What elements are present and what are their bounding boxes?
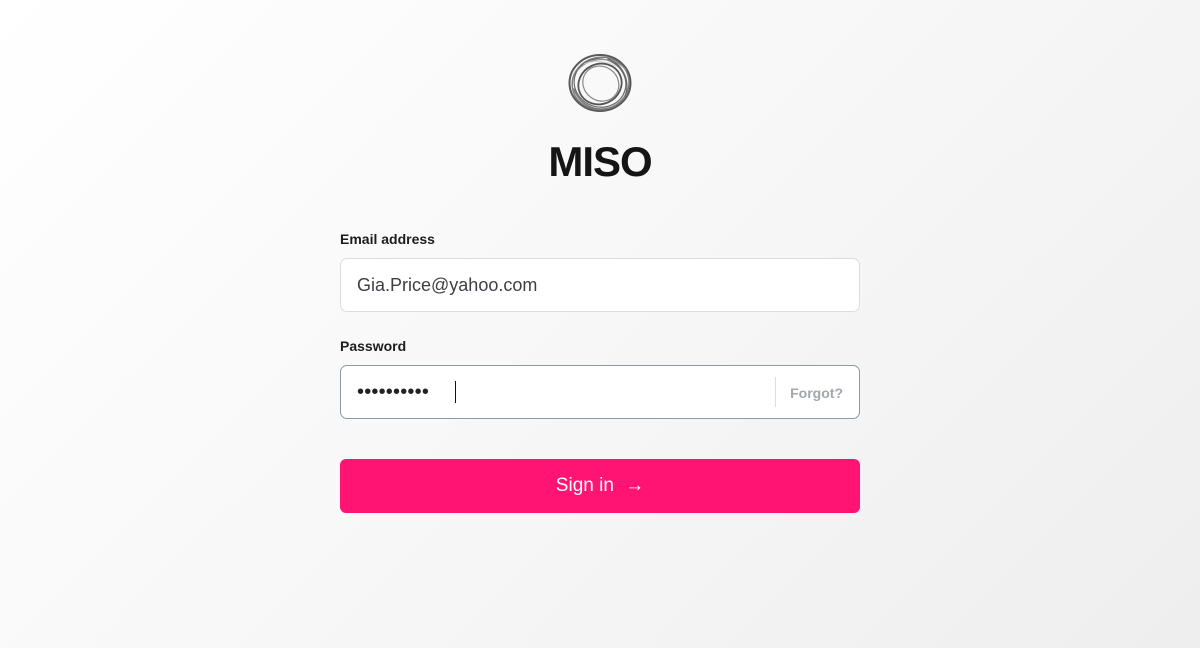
password-field[interactable]: •••••••••• Forgot? <box>340 365 860 419</box>
miso-logo <box>568 54 632 112</box>
password-field-divider <box>775 377 776 407</box>
email-value: Gia.Price@yahoo.com <box>357 275 538 295</box>
arrow-right-icon: → <box>625 475 645 496</box>
forgot-password-link[interactable]: Forgot? <box>790 384 843 402</box>
password-masked-value: •••••••••• <box>357 381 430 403</box>
sign-in-button[interactable]: Sign in → <box>340 459 860 513</box>
sign-in-label: Sign in <box>555 475 614 496</box>
email-label: Email address <box>340 231 435 247</box>
email-field[interactable]: Gia.Price@yahoo.com <box>340 258 860 312</box>
brand-title: MISO <box>548 138 652 185</box>
password-label: Password <box>340 338 407 354</box>
text-caret <box>455 381 456 403</box>
